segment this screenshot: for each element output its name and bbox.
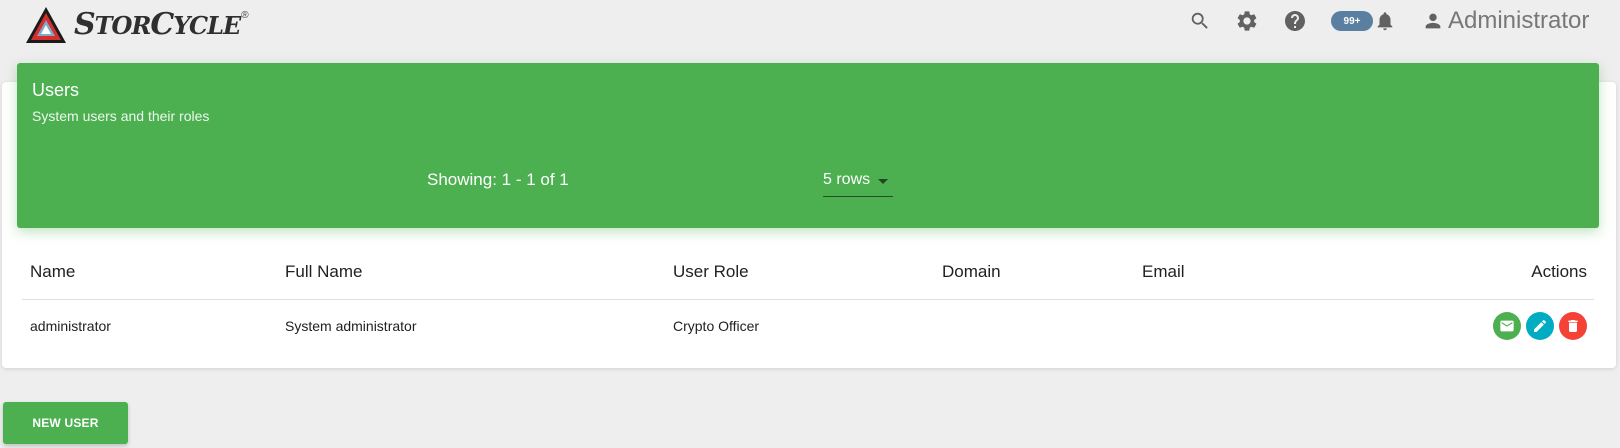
rows-per-page-value: 5 rows bbox=[823, 171, 871, 188]
new-user-button[interactable]: NEW USER bbox=[3, 402, 128, 444]
email-user-button[interactable] bbox=[1493, 312, 1521, 340]
column-header-domain[interactable]: Domain bbox=[942, 262, 1001, 282]
pagination-status: Showing: 1 - 1 of 1 bbox=[427, 170, 569, 189]
users-table: Name Full Name User Role Domain Email Ac… bbox=[22, 246, 1594, 354]
cell-name: administrator bbox=[30, 318, 111, 334]
edit-user-button[interactable] bbox=[1526, 312, 1554, 340]
search-icon[interactable] bbox=[1188, 9, 1212, 33]
delete-icon bbox=[1568, 320, 1578, 332]
user-name: Administrator bbox=[1448, 7, 1590, 34]
user-menu[interactable]: Administrator bbox=[1422, 6, 1589, 36]
page-subtitle: System users and their roles bbox=[32, 108, 210, 124]
storcycle-logo[interactable]: STORCYCLE ® bbox=[24, 4, 249, 46]
card-header: Users System users and their roles Showi… bbox=[17, 63, 1599, 228]
person-icon bbox=[1425, 13, 1441, 29]
column-header-user-role[interactable]: User Role bbox=[673, 262, 749, 282]
help-icon[interactable] bbox=[1283, 9, 1307, 33]
page-title: Users bbox=[32, 80, 80, 100]
gear-icon[interactable] bbox=[1235, 9, 1259, 33]
registered-mark: ® bbox=[241, 10, 249, 21]
column-header-name[interactable]: Name bbox=[30, 262, 75, 282]
logo-triangle-icon bbox=[26, 7, 66, 43]
delete-user-button[interactable] bbox=[1559, 312, 1587, 340]
rows-per-page-select[interactable]: 5 rows bbox=[823, 171, 893, 197]
bell-icon[interactable] bbox=[1373, 9, 1397, 33]
row-actions bbox=[1493, 312, 1587, 340]
chevron-down-icon bbox=[878, 179, 889, 184]
notification-badge[interactable]: 99+ bbox=[1331, 11, 1373, 31]
column-header-actions: Actions bbox=[1531, 262, 1587, 281]
table-header: Name Full Name User Role Domain Email Ac… bbox=[22, 246, 1594, 300]
top-bar: STORCYCLE ® 99+ Administrator bbox=[0, 0, 1620, 52]
email-icon bbox=[1500, 320, 1514, 332]
cell-user-role: Crypto Officer bbox=[673, 318, 760, 334]
cell-full-name: System administrator bbox=[285, 318, 417, 334]
table-row: administrator System administrator Crypt… bbox=[22, 300, 1594, 354]
edit-icon bbox=[1534, 319, 1547, 332]
logo-wordmark: STORCYCLE bbox=[74, 7, 241, 42]
column-header-full-name[interactable]: Full Name bbox=[285, 262, 362, 282]
column-header-email[interactable]: Email bbox=[1142, 262, 1185, 282]
